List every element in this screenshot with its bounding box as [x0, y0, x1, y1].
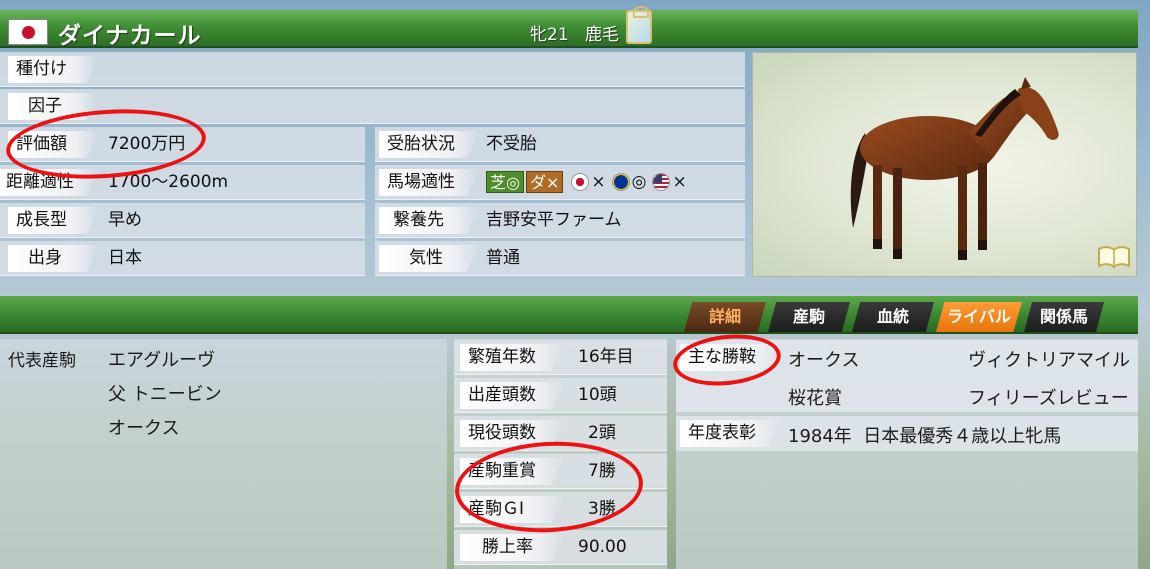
stat-label: 出産頭数 — [460, 382, 564, 409]
stat-value: 2頭 — [588, 423, 616, 443]
pregnancy-value: 不受胎 — [486, 134, 537, 154]
major-win: オークス — [788, 350, 860, 371]
major-win: ヴィクトリアマイル — [968, 350, 1130, 371]
surface-values: 芝◎ ダ× × ◎ × — [486, 169, 687, 196]
annual-award-label: 年度表彰 — [680, 420, 780, 447]
distance-value: 1700〜2600m — [108, 172, 229, 192]
stable-label: 繋養先 — [379, 207, 479, 234]
horse-image — [850, 77, 1059, 260]
surface-label: 馬場適性 — [379, 169, 479, 196]
tab-related-horses[interactable]: 関係馬 — [1024, 302, 1104, 332]
stat-label: 現役頭数 — [460, 420, 564, 447]
horse-portrait — [752, 52, 1137, 277]
info-row-value: 評価額 7200万円 — [0, 127, 365, 162]
stat-row: 出産頭数 10頭 — [454, 378, 667, 413]
stat-label: 繁殖年数 — [460, 344, 564, 371]
info-row-growth: 成長型 早め — [0, 203, 365, 238]
stat-row: 産駒ＧⅠ 3勝 — [454, 492, 667, 527]
stat-label: 産駒ＧⅠ — [460, 496, 564, 523]
book-icon[interactable] — [1097, 244, 1131, 270]
dirt-aptitude: ダ× — [525, 171, 564, 193]
representative-name: エアグルーヴ — [108, 350, 216, 371]
stat-row: 現役頭数 2頭 — [454, 416, 667, 451]
info-row-pregnancy: 受胎状況 不受胎 — [375, 127, 745, 162]
stat-value: 10頭 — [578, 385, 617, 405]
stat-value: 90.00 — [578, 537, 627, 557]
temperament-label: 気性 — [379, 245, 479, 272]
japan-aptitude: × — [591, 172, 606, 192]
stat-value: 16年目 — [578, 347, 634, 367]
gift-icon[interactable] — [626, 6, 652, 44]
stable-value: 吉野安平ファーム — [486, 210, 622, 230]
tab-detail[interactable]: 詳細 — [684, 302, 766, 332]
info-row-surface: 馬場適性 芝◎ ダ× × ◎ × — [375, 165, 745, 200]
turf-aptitude: 芝◎ — [486, 171, 524, 193]
representative-label: 代表産駒 — [8, 351, 76, 371]
growth-label: 成長型 — [8, 207, 98, 234]
usa-flag-icon — [652, 173, 671, 191]
info-row-breeding: 種付け — [0, 52, 745, 87]
temperament-value: 普通 — [486, 248, 520, 268]
representative-race: オークス — [108, 418, 180, 439]
growth-value: 早め — [108, 210, 142, 230]
breeding-label: 種付け — [8, 56, 98, 83]
tab-offspring[interactable]: 産駒 — [768, 302, 850, 332]
coat-color: 鹿毛 — [585, 25, 619, 45]
origin-value: 日本 — [108, 248, 142, 268]
info-row-factor: 因子 — [0, 89, 745, 124]
stat-row: 産駒重賞 7勝 — [454, 454, 667, 489]
japan-flag-icon — [571, 173, 590, 191]
value-label: 評価額 — [8, 131, 98, 158]
tab-pedigree[interactable]: 血統 — [852, 302, 934, 332]
info-row-distance: 距離適性 1700〜2600m — [0, 165, 365, 200]
stat-label: 産駒重賞 — [460, 458, 564, 485]
stat-row: 勝上率 90.00 — [454, 530, 667, 565]
representative-panel — [0, 339, 447, 569]
major-win: 桜花賞 — [788, 388, 842, 409]
info-row-stable: 繋養先 吉野安平ファーム — [375, 203, 745, 238]
europe-aptitude: ◎ — [631, 172, 647, 192]
info-row-origin: 出身 日本 — [0, 241, 365, 276]
distance-label: 距離適性 — [0, 169, 98, 196]
usa-aptitude: × — [672, 172, 687, 192]
annual-award-value: 1984年 日本最優秀４歳以上牝馬 — [788, 426, 1062, 447]
tab-rival[interactable]: ライバル — [936, 302, 1022, 332]
major-win: フィリーズレビュー — [968, 388, 1129, 409]
stat-value: 7勝 — [588, 461, 616, 481]
stat-label: 勝上率 — [460, 534, 564, 561]
major-wins-label: 主な勝鞍 — [680, 344, 780, 371]
representative-sire: 父 トニービン — [108, 384, 222, 405]
info-row-temperament: 気性 普通 — [375, 241, 745, 276]
europe-flag-icon — [611, 173, 630, 191]
sex-age: 牝21 — [530, 25, 569, 45]
japan-flag-icon — [8, 19, 48, 45]
origin-label: 出身 — [8, 245, 98, 272]
value-amount: 7200万円 — [108, 134, 186, 154]
pregnancy-label: 受胎状況 — [379, 131, 479, 158]
horse-name: ダイナカール — [58, 23, 202, 49]
factor-label: 因子 — [8, 93, 98, 120]
stat-row: 繁殖年数 16年目 — [454, 340, 667, 375]
stat-value: 3勝 — [588, 499, 616, 519]
